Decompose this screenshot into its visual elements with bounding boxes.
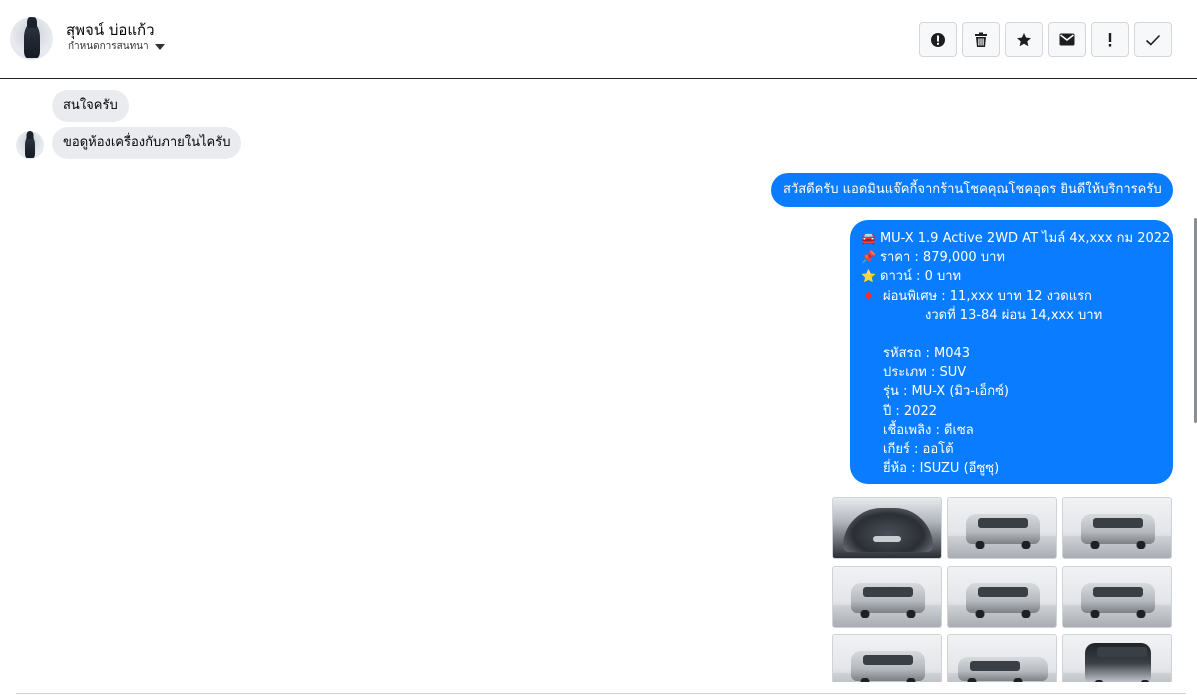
trash-icon (975, 32, 987, 47)
card-title-row: 🚘 MU-X 1.9 Active 2WD AT ไมล์ 4x,xxx กม … (861, 229, 1170, 248)
photo-side[interactable] (947, 634, 1057, 682)
divider (16, 693, 1186, 694)
check-icon (1145, 34, 1161, 46)
car-listing-message: 🚘 MU-X 1.9 Active 2WD AT ไมล์ 4x,xxx กม … (850, 220, 1173, 484)
contact-name[interactable]: สุพจน์ บ่อแก้ว (66, 18, 155, 42)
red-diamond-icon: ♦ (863, 288, 874, 303)
conversation-header: สุพจน์ บ่อแก้ว กำหนดการสนทนา (0, 0, 1197, 79)
car-type: ประเภท : SUV (883, 365, 967, 381)
contact-avatar[interactable] (10, 17, 53, 60)
car-fuel: เชื้อเพลิง : ดีเซล (883, 422, 974, 438)
car-year: ปี : 2022 (883, 403, 937, 419)
photo-front-left[interactable] (947, 497, 1057, 559)
car-icon: 🚘 (861, 231, 876, 245)
mark-unread-button[interactable] (1048, 22, 1086, 57)
important-button[interactable] (1091, 22, 1129, 57)
car-installment-2: งวดที่ 13-84 ผ่อน 14,xxx บาท (925, 307, 1103, 323)
car-code: รหัสรถ : M043 (883, 346, 971, 362)
alert-circle-icon (931, 32, 945, 47)
car-installment-1: ผ่อนพิเศษ : 11,xxx บาท 12 งวดแรก (883, 288, 1092, 304)
outgoing-message: สวัสดีครับ แอดมินแจ๊คกี้จากร้านโชคคุณโชค… (771, 173, 1173, 207)
photo-front[interactable] (1062, 497, 1172, 559)
mark-done-button[interactable] (1134, 22, 1172, 57)
car-brand: ยี่ห้อ : ISUZU (อีซูซุ) (883, 461, 1000, 477)
conversation-menu-label: กำหนดการสนทนา (68, 41, 149, 52)
exclamation-icon (1108, 32, 1112, 47)
car-down-payment: ดาวน์ : 0 บาท (880, 269, 962, 285)
photo-rear-left[interactable] (947, 566, 1057, 628)
photo-engine-bay[interactable] (832, 497, 942, 559)
photo-gallery (832, 497, 1172, 682)
star-button[interactable] (1005, 22, 1043, 57)
car-title: MU-X 1.9 Active 2WD AT ไมล์ 4x,xxx กม 20… (879, 231, 1171, 246)
photo-open-tailgate[interactable] (1062, 634, 1172, 682)
mark-spam-button[interactable] (919, 22, 957, 57)
star-icon (1017, 32, 1031, 46)
photo-rear[interactable] (1062, 566, 1172, 628)
star-icon: ⭐ (861, 269, 876, 284)
delete-button[interactable] (962, 22, 1000, 57)
pin-icon: 📌 (861, 250, 876, 265)
car-gear: เกียร์ : ออโต้ (883, 442, 954, 458)
card-installment-row: ♦ ผ่อนพิเศษ : 11,xxx บาท 12 งวดแรก (861, 287, 1163, 306)
sender-avatar (16, 131, 44, 159)
incoming-message: ขอดูห้องเครื่องกับภายในไครับ (52, 127, 242, 159)
photo-front-right[interactable] (832, 566, 942, 628)
action-toolbar (919, 22, 1172, 57)
card-price-row: 📌 ราคา : 879,000 บาท (861, 248, 1163, 267)
conversation-menu[interactable]: กำหนดการสนทนา (68, 41, 165, 52)
caret-down-icon (154, 43, 165, 50)
incoming-message: สนใจครับ (52, 90, 129, 122)
photo-rear-right[interactable] (832, 634, 942, 682)
car-model: รุ่น : MU-X (มิว-เอ็กซ์) (883, 384, 1009, 400)
envelope-icon (1059, 33, 1075, 46)
card-down-row: ⭐ ดาวน์ : 0 บาท (861, 267, 1163, 286)
car-price: ราคา : 879,000 บาท (880, 250, 1005, 266)
